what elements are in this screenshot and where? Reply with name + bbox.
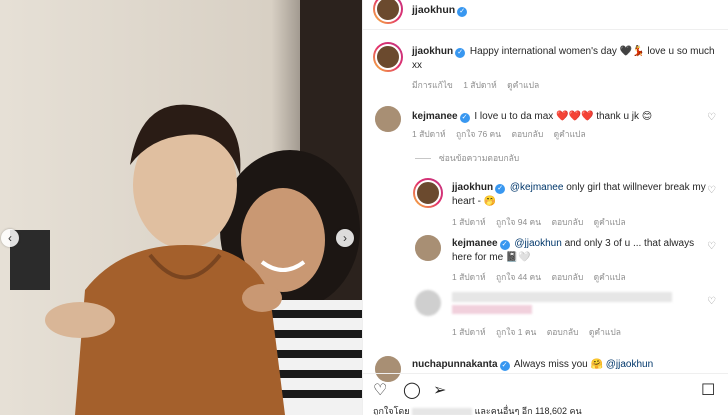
action-bar: ♡ ◯ ➢ ☐ [363,373,728,403]
verified-icon: ✓ [459,113,470,123]
comment-username[interactable]: nuchapunnakanta [412,359,498,370]
caption: jjaokhun ✓ Happy international women's da… [412,45,722,73]
share-icon[interactable]: ➢ [433,380,446,400]
reply-likes[interactable]: ถูกใจ 94 คน [496,217,541,227]
caption-author-avatar[interactable] [373,42,403,72]
post-header: jjaokhun ✓ [363,0,728,30]
see-translation-link[interactable]: ดูคำแปล [594,217,626,227]
likes-summary: ถูกใจโดย และคนอื่นๆ อีก 118,602 คน [373,404,582,415]
like-reply-heart-icon[interactable]: ♡ [707,185,716,196]
reply-username[interactable]: jjaokhun [452,182,493,193]
blurred-text [452,292,672,302]
see-translation-link[interactable]: ดูคำแปล [594,272,626,282]
reply-meta: 1 สัปดาห์ ถูกใจ 44 คน ตอบกลับ ดูคำแปล [452,270,634,284]
like-reply-heart-icon[interactable]: ♡ [707,241,716,252]
like-comment-heart-icon[interactable]: ♡ [707,112,716,123]
reply-username[interactable]: kejmanee [452,238,498,249]
divider-line [415,158,431,160]
reply-author-avatar[interactable] [413,178,443,208]
reply-mention[interactable]: @jjaokhun [514,238,561,249]
reply-meta: 1 สัปดาห์ ถูกใจ 94 คน ตอบกลับ ดูคำแปล [452,215,634,229]
verified-icon: ✓ [499,361,510,371]
comment-text: I love u to da max ❤️❤️❤️ thank u jk 😊 [474,111,653,122]
reply-link[interactable]: ตอบกลับ [511,129,543,139]
comment-meta: 1 สัปดาห์ ถูกใจ 76 คน ตอบกลับ ดูคำแปล [412,127,594,141]
blurred-text [452,305,532,314]
commenter-avatar[interactable] [375,106,401,132]
reply-likes[interactable]: ถูกใจ 1 คน [496,327,536,337]
like-heart-icon[interactable]: ♡ [373,380,387,400]
reply-mention[interactable]: @kejmanee [510,182,564,193]
verified-icon: ✓ [495,184,506,194]
reply-time: 1 สัปดาห์ [452,327,486,337]
caption-time: 1 สัปดาห์ [463,80,497,90]
blurred-username [412,407,473,415]
reply-author-avatar[interactable] [415,235,441,261]
reply-link[interactable]: ตอบกลับ [551,217,583,227]
see-translation-link[interactable]: ดูคำแปล [554,129,586,139]
chevron-right-icon: › [343,231,347,245]
reply-item: jjaokhun ✓ @kejmanee only girl that willn… [452,181,714,209]
comment-time: 1 สัปดาห์ [412,129,446,139]
blurred-avatar [415,290,441,316]
save-bookmark-icon[interactable]: ☐ [701,380,715,400]
reply-time: 1 สัปดาห์ [452,217,486,227]
comments-panel: jjaokhun ✓ jjaokhun ✓ Happy international … [362,0,728,415]
reply-meta: 1 สัปดาห์ ถูกใจ 1 คน ตอบกลับ ดูคำแปล [452,325,629,339]
previous-image-button[interactable]: ‹ [1,229,19,247]
comment-text: Always miss you 🤗 [513,359,603,370]
username-text[interactable]: jjaokhun [412,4,455,16]
reply-likes[interactable]: ถูกใจ 44 คน [496,272,541,282]
comment-likes[interactable]: ถูกใจ 76 คน [456,129,501,139]
comment-icon[interactable]: ◯ [403,380,421,400]
photo-illustration [0,0,362,415]
hide-replies-text[interactable]: ซ่อนข้อความตอบกลับ [439,153,519,163]
chevron-left-icon: ‹ [8,231,12,245]
next-image-button[interactable]: › [336,229,354,247]
hide-replies-link[interactable]: ซ่อนข้อความตอบกลับ [415,151,519,165]
caption-meta: มีการแก้ไข 1 สัปดาห์ ดูคำแปล [412,78,547,92]
reply-link[interactable]: ตอบกลับ [551,272,583,282]
caption-username[interactable]: jjaokhun [412,46,453,57]
comment-item: kejmanee ✓ I love u to da max ❤️❤️❤️ than… [412,110,712,124]
post-author-username[interactable]: jjaokhun ✓ [412,4,469,17]
likes-count[interactable]: และคนอื่นๆ อีก 118,602 คน [475,406,582,415]
post-author-avatar[interactable] [373,0,403,24]
verified-icon: ✓ [457,7,468,17]
reply-item: kejmanee ✓ @jjaokhun and only 3 of u ... … [452,237,714,265]
see-translation-link[interactable]: ดูคำแปล [507,80,539,90]
like-reply-heart-icon[interactable]: ♡ [707,296,716,307]
reply-time: 1 สัปดาห์ [452,272,486,282]
edited-label: มีการแก้ไข [412,80,453,90]
liked-by-label: ถูกใจโดย [373,406,410,415]
post-photo: ‹ › [0,0,362,415]
comment-mention[interactable]: @jjaokhun [606,359,653,370]
verified-icon: ✓ [499,240,510,250]
reply-link[interactable]: ตอบกลับ [547,327,579,337]
comment-username[interactable]: kejmanee [412,111,458,122]
verified-icon: ✓ [455,48,466,58]
see-translation-link[interactable]: ดูคำแปล [589,327,621,337]
comment-item: nuchapunnakanta ✓ Always miss you 🤗 @jjao… [412,358,712,372]
